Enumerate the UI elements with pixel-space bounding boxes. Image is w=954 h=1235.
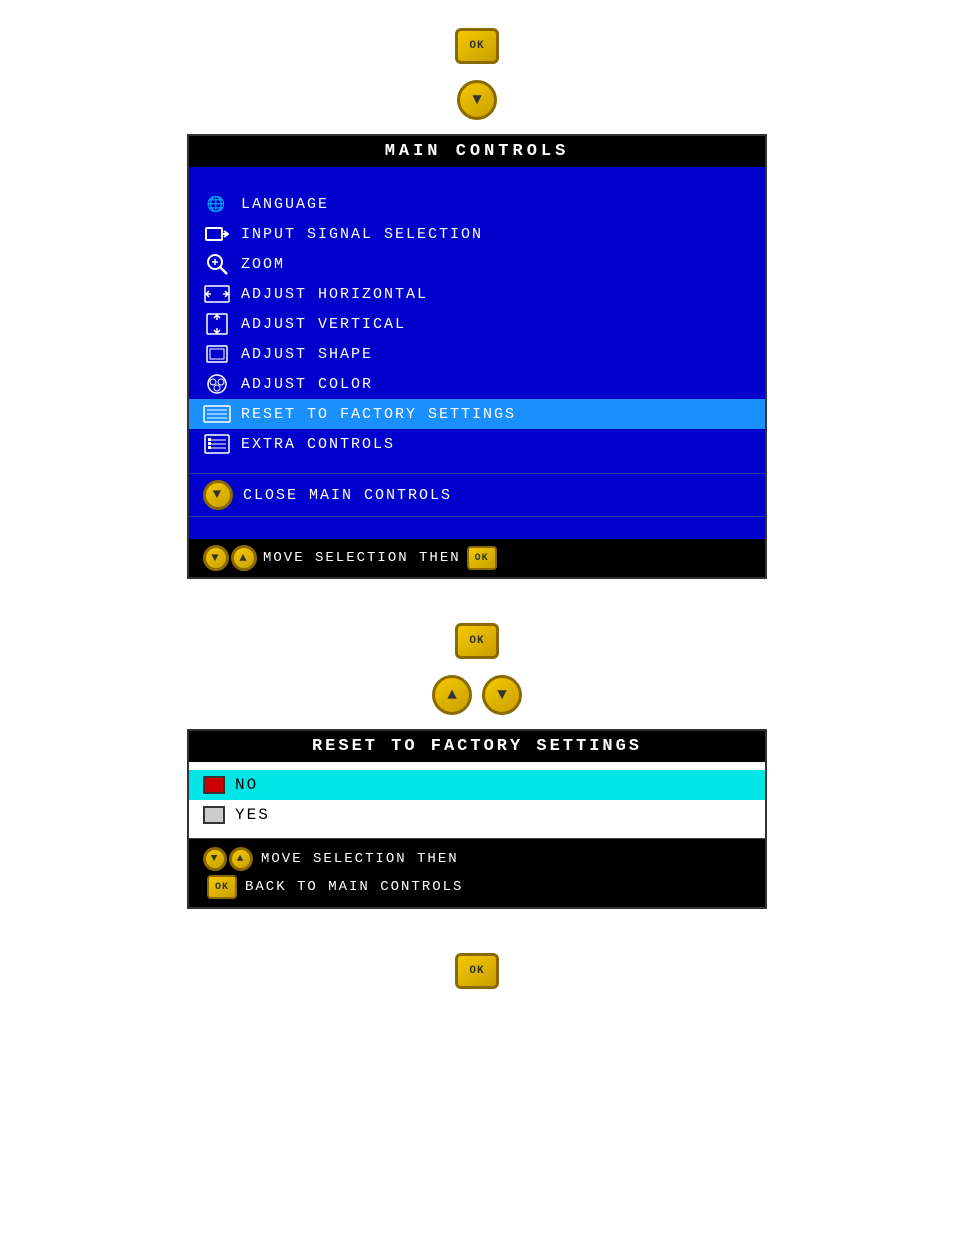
section1: OK ▼ MAIN CONTROLS 🌐 LANGUAGE [177,20,777,585]
menu-item-extra-controls[interactable]: EXTRA CONTROLS [189,429,765,459]
reset-factory-panel: RESET TO FACTORY SETTINGS NO YES ▼ ▲ [187,729,767,909]
down-arrow-row-1: ▼ [457,80,497,120]
reset-factory-body: NO YES [189,762,765,838]
extra-controls-label: EXTRA CONTROLS [241,436,395,453]
footer-ok-icon: OK [467,546,497,570]
main-controls-panel: MAIN CONTROLS 🌐 LANGUAGE INPUT SIGNAL SE… [187,134,767,579]
menu-item-adjust-color[interactable]: ADJUST COLOR [189,369,765,399]
reset-footer-line1: ▼ ▲ MOVE SELECTION THEN [203,845,751,873]
language-icon: 🌐 [203,193,231,215]
up-down-arrow-row: ▲ ▼ [432,675,522,715]
adjust-shape-icon [203,343,231,365]
adjust-color-label: ADJUST COLOR [241,376,373,393]
menu-item-zoom[interactable]: ZOOM [189,249,765,279]
ok-button-row-1: OK [455,28,499,64]
ok-button-row-2: OK [455,623,499,659]
close-main-controls-label: CLOSE MAIN CONTROLS [243,487,452,504]
close-main-controls-item[interactable]: ▼ CLOSE MAIN CONTROLS [189,473,765,517]
adjust-vertical-icon [203,313,231,335]
adjust-shape-label: ADJUST SHAPE [241,346,373,363]
reset-option-no[interactable]: NO [189,770,765,800]
zoom-label: ZOOM [241,256,285,273]
reset-factory-icon [203,403,231,425]
menu-item-adjust-vertical[interactable]: ADJUST VERTICAL [189,309,765,339]
ok-button-row-3: OK [455,953,499,989]
section2: OK ▲ ▼ RESET TO FACTORY SETTINGS NO YES [177,615,777,915]
no-icon [203,776,225,794]
adjust-horizontal-label: ADJUST HORIZONTAL [241,286,428,303]
menu-item-reset-factory[interactable]: RESET TO FACTORY SETTINGS [189,399,765,429]
menu-item-adjust-shape[interactable]: ADJUST SHAPE [189,339,765,369]
reset-option-yes[interactable]: YES [189,800,765,830]
yes-label: YES [235,806,270,824]
reset-factory-label: RESET TO FACTORY SETTINGS [241,406,516,423]
reset-factory-title: RESET TO FACTORY SETTINGS [189,731,765,762]
adjust-color-icon [203,373,231,395]
adjust-horizontal-icon [203,283,231,305]
close-icon: ▼ [203,480,233,510]
adjust-vertical-label: ADJUST VERTICAL [241,316,406,333]
ok-button-3[interactable]: OK [455,953,499,989]
footer-move-text: MOVE SELECTION THEN [263,550,461,566]
language-label: LANGUAGE [241,196,329,213]
down-arrow-button-1[interactable]: ▼ [457,80,497,120]
input-signal-label: INPUT SIGNAL SELECTION [241,226,483,243]
menu-item-language[interactable]: 🌐 LANGUAGE [189,189,765,219]
down-arrow-button-2[interactable]: ▼ [482,675,522,715]
reset-footer-line2: OK BACK TO MAIN CONTROLS [203,873,751,901]
reset-footer-move-text: MOVE SELECTION THEN [261,851,459,867]
reset-footer-dual-icons: ▼ ▲ [203,847,253,871]
reset-footer-ok-icon: OK [207,875,237,899]
main-controls-footer: ▼ ▲ MOVE SELECTION THEN OK [189,539,765,577]
yes-icon [203,806,225,824]
ok-button-1[interactable]: OK [455,28,499,64]
footer-dual-arrow-icons: ▼ ▲ [203,545,257,571]
reset-footer-back-text: BACK TO MAIN CONTROLS [245,879,463,895]
no-label: NO [235,776,258,794]
reset-factory-footer: ▼ ▲ MOVE SELECTION THEN OK BACK TO MAIN … [189,838,765,907]
up-arrow-button[interactable]: ▲ [432,675,472,715]
zoom-icon [203,253,231,275]
ok-button-2[interactable]: OK [455,623,499,659]
main-controls-title: MAIN CONTROLS [189,136,765,167]
menu-item-adjust-horizontal[interactable]: ADJUST HORIZONTAL [189,279,765,309]
extra-controls-icon [203,433,231,455]
menu-item-input-signal[interactable]: INPUT SIGNAL SELECTION [189,219,765,249]
main-controls-body: 🌐 LANGUAGE INPUT SIGNAL SELECTION [189,167,765,539]
input-signal-icon [203,223,231,245]
section3: OK [177,945,777,997]
